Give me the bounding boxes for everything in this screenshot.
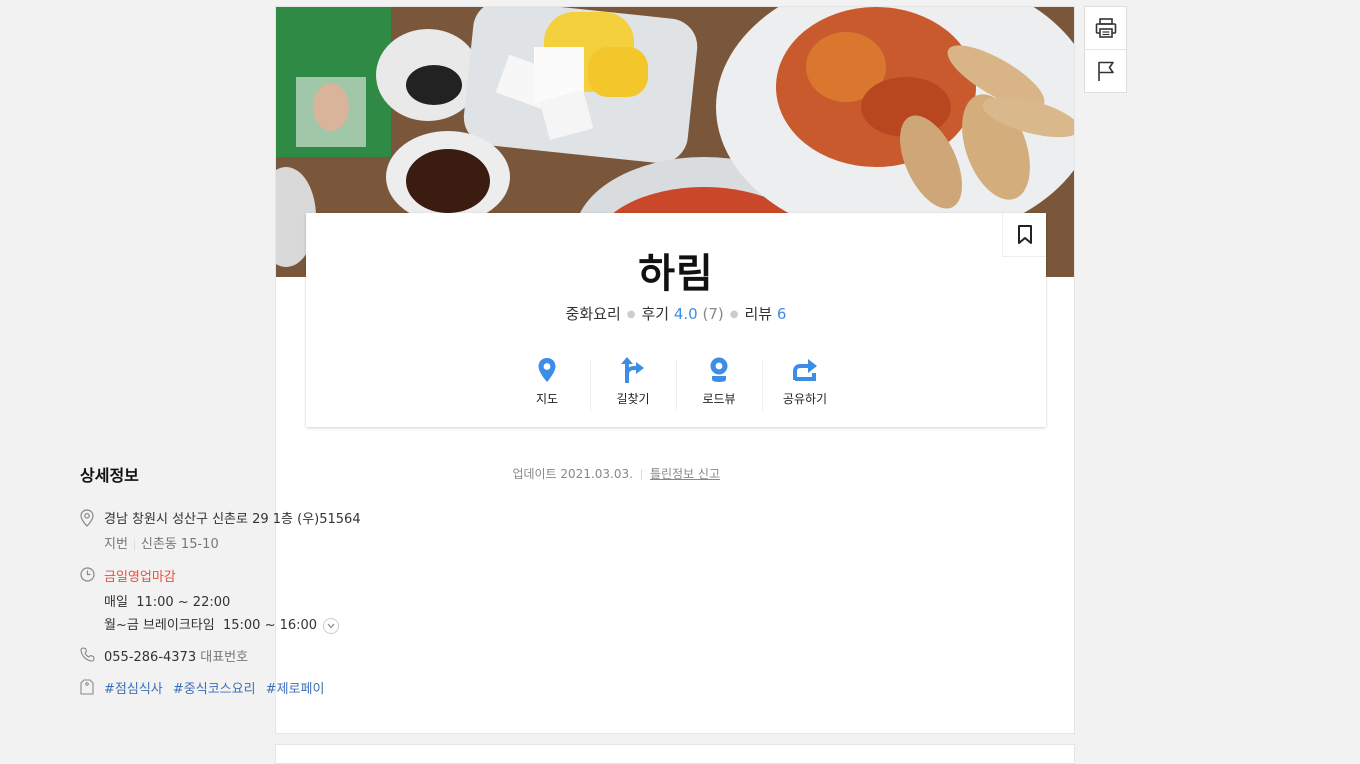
roadview-label: 로드뷰 [702,392,736,406]
map-button[interactable]: 지도 [504,353,590,413]
action-bar: 지도 길찾기 로드뷰 공유하기 [306,353,1046,413]
detail-section: 상세정보 업데이트 2021.03.03. 틀린정보 신고 경남 창원시 성산구 … [80,462,720,697]
hours-day: 매일 [104,595,128,610]
blog-review-label: 리뷰 [744,305,773,323]
place-summary-card: 하림 중화요리 ● 후기 4.0 (7) ● 리뷰 6 지도 길찾기 로드뷰 공… [306,213,1046,427]
detail-header: 상세정보 업데이트 2021.03.03. 틀린정보 신고 [80,462,720,486]
directions-label: 길찾기 [616,392,650,406]
jibun-separator [133,539,135,550]
meta-separator: ● [626,309,636,320]
expand-hours-button[interactable] [323,617,340,634]
place-name: 하림 [638,251,714,297]
hours-day: 월~금 브레이크타임 [104,618,215,633]
keyword-tag[interactable]: #중식코스요리 [173,682,256,697]
share-icon [793,359,817,381]
roadview-button[interactable]: 로드뷰 [676,353,762,413]
review-count: (7) [702,305,724,323]
blog-review-link[interactable]: 리뷰 6 [745,305,787,323]
tag-icon [80,678,94,695]
detail-title: 상세정보 [80,466,139,485]
report-wrong-info-link[interactable]: 틀린정보 신고 [650,467,720,481]
phone-icon [80,646,95,662]
address-row: 경남 창원시 성산구 신촌로 29 1층 (우)51564 지번 신촌동 15-1… [80,508,720,552]
place-meta: 중화요리 ● 후기 4.0 (7) ● 리뷰 6 [306,303,1046,324]
share-label: 공유하기 [782,392,828,406]
jibun-address: 신촌동 15-10 [140,537,219,552]
place-category: 중화요리 [565,305,621,323]
hours-line: 월~금 브레이크타임 15:00 ~ 16:00 [104,614,720,634]
detail-meta: 업데이트 2021.03.03. 틀린정보 신고 [512,465,720,482]
open-status: 금일영업마감 [104,570,176,585]
jibun-label: 지번 [104,537,128,552]
phone-number[interactable]: 055-286-4373 [104,650,196,665]
phone-label: 대표번호 [200,649,249,665]
phone-row: 055-286-4373 대표번호 [80,646,720,665]
keyword-tag[interactable]: #제로페이 [266,682,325,697]
flag-icon [1097,61,1114,81]
directions-button[interactable]: 길찾기 [590,353,676,413]
hours-line: 매일 11:00 ~ 22:00 [104,591,720,610]
rating-value: 4.0 [673,305,698,323]
review-link[interactable]: 후기 4.0 (7) [641,305,723,323]
map-pin-icon [538,358,556,382]
print-icon [1095,18,1116,38]
print-button[interactable] [1085,7,1126,49]
report-flag-button[interactable] [1085,49,1126,92]
hours-row: 금일영업마감 매일 11:00 ~ 22:00 월~금 브레이크타임 15:00… [80,566,720,634]
map-label: 지도 [535,392,559,406]
jibun-line: 지번 신촌동 15-10 [104,533,720,552]
tags-row: #점심식사 #중식코스요리 #제로페이 [80,678,720,697]
next-section [275,744,1075,764]
hours-time: 15:00 ~ 16:00 [222,618,318,633]
location-icon [80,509,94,527]
chevron-down-icon [327,623,335,628]
side-toolbar [1084,6,1127,93]
roadview-icon [710,357,728,382]
clock-icon [80,567,95,582]
hours-time: 11:00 ~ 22:00 [136,595,231,610]
updated-date: 업데이트 2021.03.03. [512,467,633,481]
review-label: 후기 [641,305,670,323]
meta-separator [640,469,642,480]
address-text: 경남 창원시 성산구 신촌로 29 1층 (우)51564 [104,512,361,527]
keyword-tag[interactable]: #점심식사 [104,682,163,697]
share-button[interactable]: 공유하기 [762,353,848,413]
meta-separator: ● [729,309,739,320]
blog-review-count: 6 [776,305,787,323]
directions-icon [621,357,644,383]
